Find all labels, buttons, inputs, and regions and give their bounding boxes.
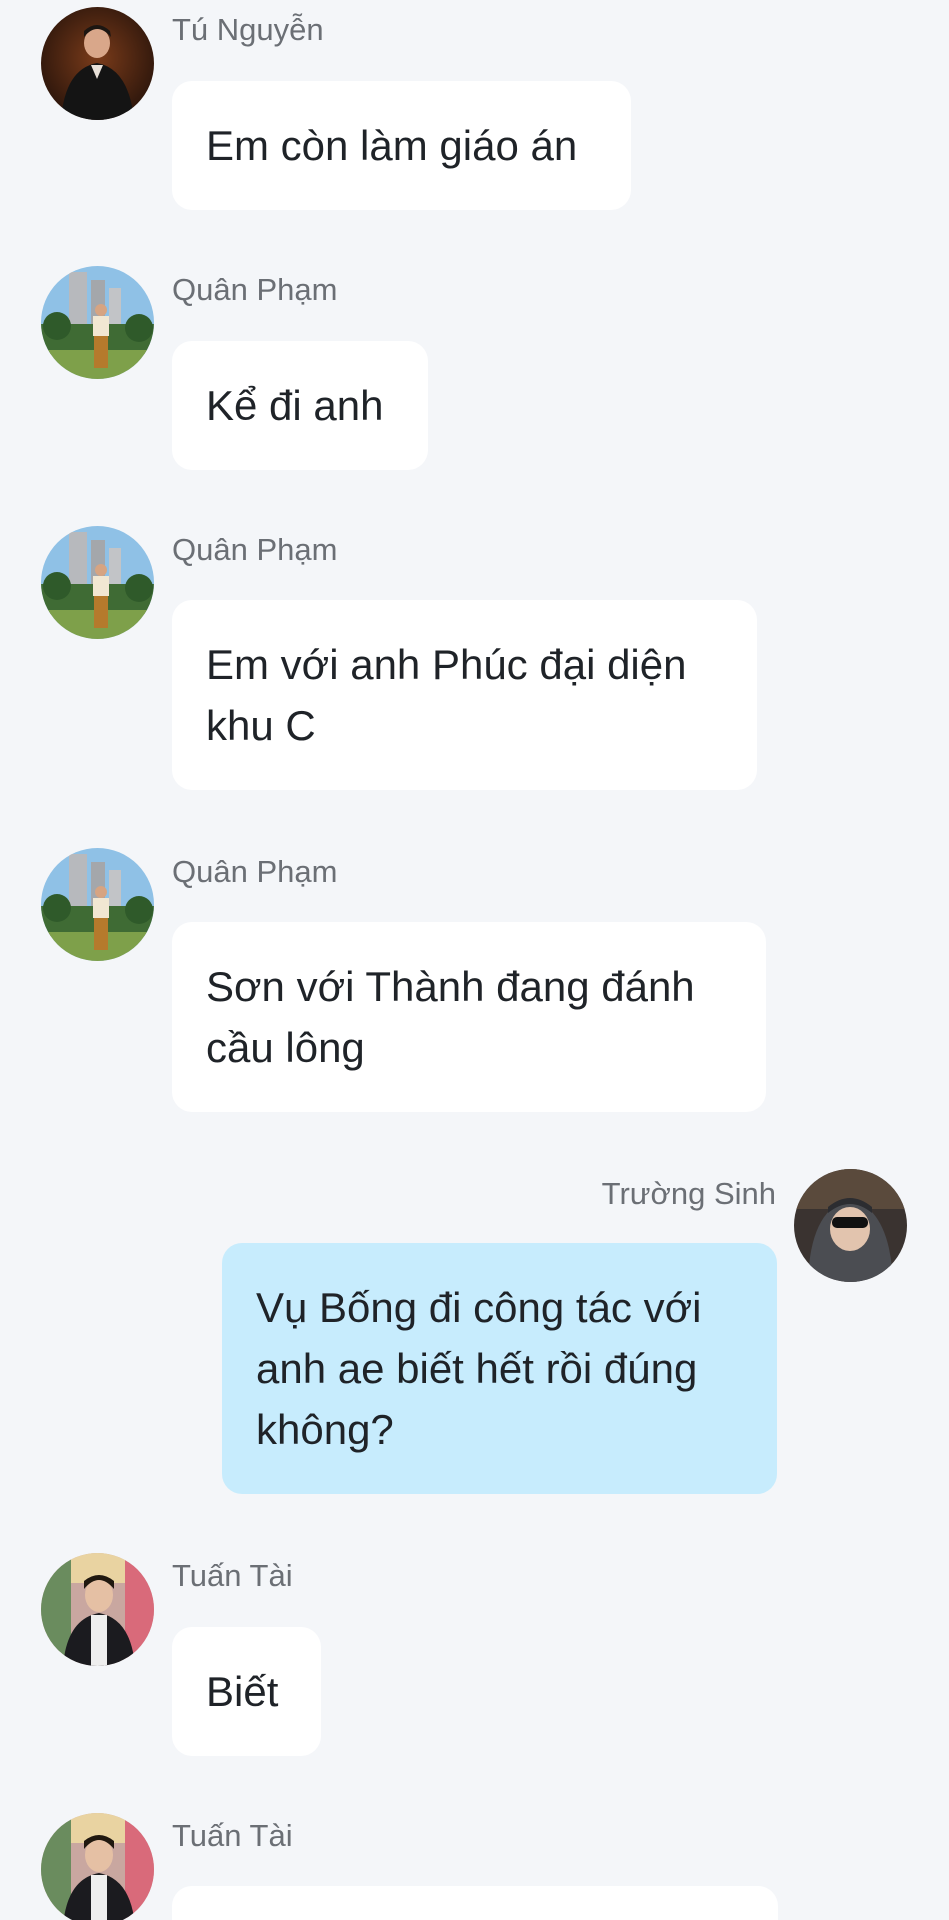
avatar-image — [41, 848, 154, 961]
avatar[interactable] — [41, 1553, 154, 1666]
avatar[interactable] — [41, 1813, 154, 1920]
avatar-image — [41, 1553, 154, 1666]
sender-name: Quân Phạm — [172, 532, 338, 567]
avatar[interactable] — [41, 7, 154, 120]
sender-name: Tuấn Tài — [172, 1818, 293, 1853]
message-bubble[interactable]: Biết — [172, 1627, 321, 1756]
message-bubble[interactable]: Em với anh Phúc đại diện khu C — [172, 600, 757, 790]
message-bubble[interactable]: Sơn với Thành đang đánh cầu lông — [172, 922, 766, 1112]
message-bubble[interactable]: Vụ Bống đi công tác với anh ae biết hết … — [222, 1243, 777, 1494]
avatar-image — [794, 1169, 907, 1282]
sender-name: Tuấn Tài — [172, 1558, 293, 1593]
sender-name: Trường Sinh — [601, 1176, 776, 1211]
avatar-image — [41, 1813, 154, 1920]
sender-name: Tú Nguyễn — [172, 12, 324, 47]
message-bubble[interactable]: Kể đi anh — [172, 341, 428, 470]
avatar-image — [41, 7, 154, 120]
chat-message-list[interactable]: Tú Nguyễn Em còn làm giáo án Quân Phạm K… — [0, 0, 949, 1920]
sender-name: Quân Phạm — [172, 854, 338, 889]
sender-name: Quân Phạm — [172, 272, 338, 307]
avatar-image — [41, 526, 154, 639]
message-bubble[interactable] — [172, 1886, 778, 1920]
avatar[interactable] — [41, 848, 154, 961]
avatar[interactable] — [794, 1169, 907, 1282]
message-bubble[interactable]: Em còn làm giáo án — [172, 81, 631, 210]
avatar-image — [41, 266, 154, 379]
avatar[interactable] — [41, 526, 154, 639]
avatar[interactable] — [41, 266, 154, 379]
